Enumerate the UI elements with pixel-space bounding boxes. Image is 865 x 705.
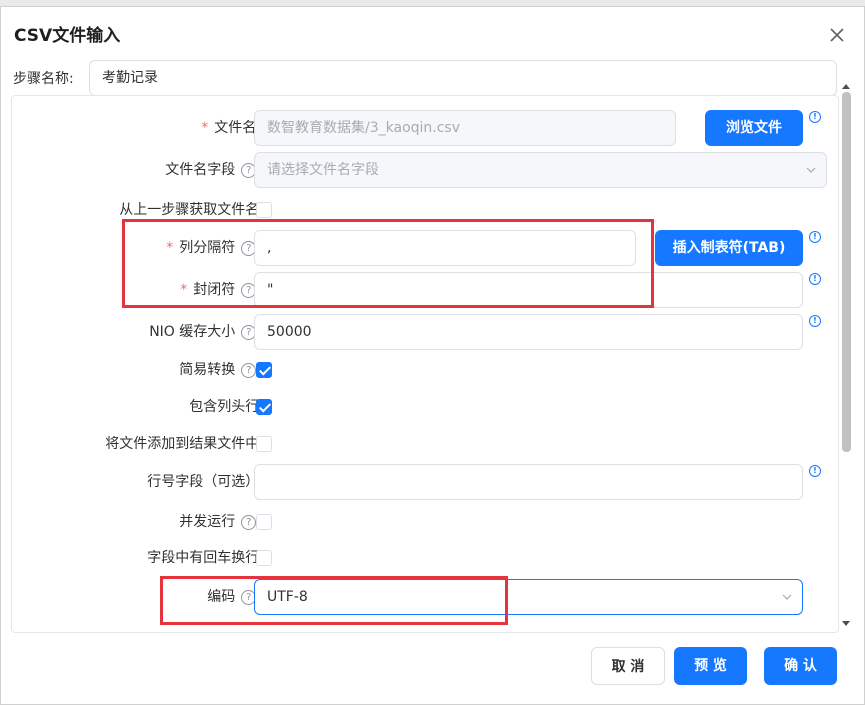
row-lazy-conversion: 简易转换 ?: bbox=[12, 352, 838, 388]
parallel-checkbox[interactable] bbox=[256, 514, 272, 530]
partial-label: 忽略获取字段 bbox=[159, 622, 243, 632]
header-row-label: 包含列头行: bbox=[189, 399, 264, 415]
row-num-field-input[interactable] bbox=[254, 464, 803, 500]
required-mark: * bbox=[180, 282, 188, 298]
settings-panel: * 文件名: 数智教育数据集/3_kaoqin.csv 浏览文件 ! 文件名字段… bbox=[11, 95, 839, 633]
row-add-to-result: 将文件添加到结果文件中: bbox=[12, 426, 838, 462]
cancel-button[interactable]: 取 消 bbox=[591, 647, 665, 685]
scroll-up-icon[interactable] bbox=[841, 82, 851, 90]
nio-buffer-input[interactable]: 50000 bbox=[254, 314, 803, 350]
row-num-field-label: 行号字段（可选）: bbox=[147, 474, 264, 490]
row-parallel: 并发运行 ?: bbox=[12, 504, 838, 540]
row-partial: 忽略获取字段 ? bbox=[12, 622, 838, 634]
confirm-button[interactable]: 确 认 bbox=[764, 647, 837, 685]
dialog-title: CSV文件输入 bbox=[14, 26, 121, 46]
newline-in-field-checkbox[interactable] bbox=[256, 550, 272, 566]
header-row-checkbox[interactable] bbox=[256, 399, 272, 415]
row-filename: * 文件名: 数智教育数据集/3_kaoqin.csv 浏览文件 ! bbox=[12, 110, 838, 146]
row-newline-in-field: 字段中有回车换行: bbox=[12, 540, 838, 576]
add-to-result-label: 将文件添加到结果文件中: bbox=[105, 436, 264, 452]
required-mark: * bbox=[166, 240, 174, 256]
filename-label: 文件名 bbox=[214, 120, 257, 136]
close-icon[interactable] bbox=[827, 25, 847, 45]
chevron-down-icon bbox=[782, 594, 792, 600]
from-prev-checkbox[interactable] bbox=[256, 202, 272, 218]
enclosure-input[interactable]: " bbox=[254, 272, 803, 308]
row-from-prev: 从上一步骤获取文件名: bbox=[12, 192, 838, 228]
info-icon[interactable]: ! bbox=[809, 231, 821, 243]
row-enclosure: * 封闭符 ?: " ! bbox=[12, 272, 838, 308]
row-encoding: 编码 ?: UTF-8 bbox=[12, 579, 838, 615]
row-header-row: 包含列头行: bbox=[12, 389, 838, 425]
nio-buffer-label: NIO 缓存大小 bbox=[149, 324, 236, 340]
lazy-conversion-checkbox[interactable] bbox=[256, 362, 272, 378]
info-icon[interactable]: ! bbox=[809, 465, 821, 477]
browse-file-button[interactable]: 浏览文件 bbox=[705, 110, 803, 146]
preview-button[interactable]: 预 览 bbox=[674, 647, 747, 685]
info-icon[interactable]: ! bbox=[809, 111, 821, 123]
encoding-select[interactable]: UTF-8 bbox=[254, 579, 803, 615]
filename-field-select[interactable]: 请选择文件名字段 bbox=[254, 152, 827, 188]
row-row-num-field: 行号字段（可选）: ! bbox=[12, 464, 838, 500]
from-prev-label: 从上一步骤获取文件名: bbox=[119, 202, 264, 218]
partial-checkbox[interactable] bbox=[256, 632, 272, 633]
delimiter-input[interactable]: , bbox=[254, 230, 636, 266]
filename-input[interactable]: 数智教育数据集/3_kaoqin.csv bbox=[254, 110, 676, 146]
scroll-down-icon[interactable] bbox=[841, 620, 851, 628]
filename-field-placeholder: 请选择文件名字段 bbox=[267, 162, 379, 178]
encoding-label: 编码 bbox=[207, 589, 236, 605]
help-icon[interactable]: ? bbox=[241, 362, 257, 378]
encoding-value: UTF-8 bbox=[267, 589, 308, 605]
insert-tab-button[interactable]: 插入制表符(TAB) bbox=[655, 230, 803, 266]
chevron-down-icon bbox=[806, 167, 816, 173]
scrollbar-thumb[interactable] bbox=[842, 92, 851, 452]
row-nio-buffer: NIO 缓存大小 ?: 50000 ! bbox=[12, 314, 838, 350]
info-icon[interactable]: ! bbox=[809, 273, 821, 285]
required-mark: * bbox=[201, 120, 209, 136]
delimiter-label: 列分隔符 bbox=[179, 240, 236, 256]
add-to-result-checkbox[interactable] bbox=[256, 436, 272, 452]
enclosure-label: 封闭符 bbox=[193, 282, 236, 298]
help-icon[interactable]: ? bbox=[241, 514, 257, 530]
step-name-label: 步骤名称: bbox=[13, 71, 74, 87]
parallel-label: 并发运行 bbox=[179, 514, 236, 530]
row-delimiter: * 列分隔符 ?: , 插入制表符(TAB) ! bbox=[12, 230, 838, 266]
info-icon[interactable]: ! bbox=[809, 315, 821, 327]
help-icon[interactable]: ? bbox=[249, 633, 264, 634]
newline-in-field-label: 字段中有回车换行: bbox=[147, 550, 264, 566]
step-name-input[interactable]: 考勤记录 bbox=[89, 60, 837, 96]
filename-field-label: 文件名字段 bbox=[165, 162, 236, 178]
row-filename-field: 文件名字段 ?: 请选择文件名字段 bbox=[12, 152, 838, 188]
lazy-conversion-label: 简易转换 bbox=[179, 362, 236, 378]
